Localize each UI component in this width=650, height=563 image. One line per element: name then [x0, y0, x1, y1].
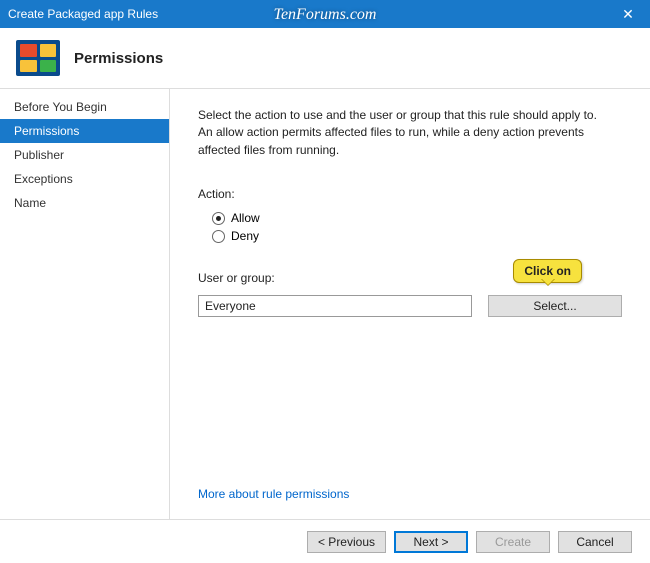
wizard-header: Permissions	[0, 28, 650, 89]
cancel-button[interactable]: Cancel	[558, 531, 632, 553]
select-button[interactable]: Select...	[488, 295, 622, 317]
previous-button[interactable]: < Previous	[307, 531, 386, 553]
action-radio-group: Allow Deny	[212, 207, 622, 247]
page-title: Permissions	[74, 50, 163, 67]
description-text: Select the action to use and the user or…	[198, 107, 598, 159]
user-group-input[interactable]	[198, 295, 472, 317]
close-icon[interactable]: ✕	[606, 0, 650, 28]
radio-deny-indicator	[212, 230, 225, 243]
sidebar-item-publisher[interactable]: Publisher	[0, 143, 169, 167]
watermark: TenForums.com	[274, 6, 377, 24]
more-about-link[interactable]: More about rule permissions	[198, 487, 622, 509]
user-group-row: Click on Select...	[198, 295, 622, 317]
radio-deny[interactable]: Deny	[212, 229, 622, 243]
radio-deny-label: Deny	[231, 229, 259, 243]
wizard-content: Select the action to use and the user or…	[170, 89, 650, 519]
action-label: Action:	[198, 187, 622, 201]
create-button: Create	[476, 531, 550, 553]
radio-allow-indicator	[212, 212, 225, 225]
radio-allow[interactable]: Allow	[212, 211, 622, 225]
wizard-body: Before You Begin Permissions Publisher E…	[0, 89, 650, 519]
wizard-steps: Before You Begin Permissions Publisher E…	[0, 89, 170, 519]
tutorial-callout: Click on	[513, 259, 582, 283]
sidebar-item-exceptions[interactable]: Exceptions	[0, 167, 169, 191]
next-button[interactable]: Next >	[394, 531, 468, 553]
sidebar-item-before-you-begin[interactable]: Before You Begin	[0, 95, 169, 119]
wizard-footer: < Previous Next > Create Cancel	[0, 519, 650, 563]
titlebar: Create Packaged app Rules TenForums.com …	[0, 0, 650, 28]
sidebar-item-name[interactable]: Name	[0, 191, 169, 215]
wizard-icon	[16, 40, 60, 76]
window-title: Create Packaged app Rules	[8, 7, 158, 21]
radio-allow-label: Allow	[231, 211, 260, 225]
sidebar-item-permissions[interactable]: Permissions	[0, 119, 169, 143]
